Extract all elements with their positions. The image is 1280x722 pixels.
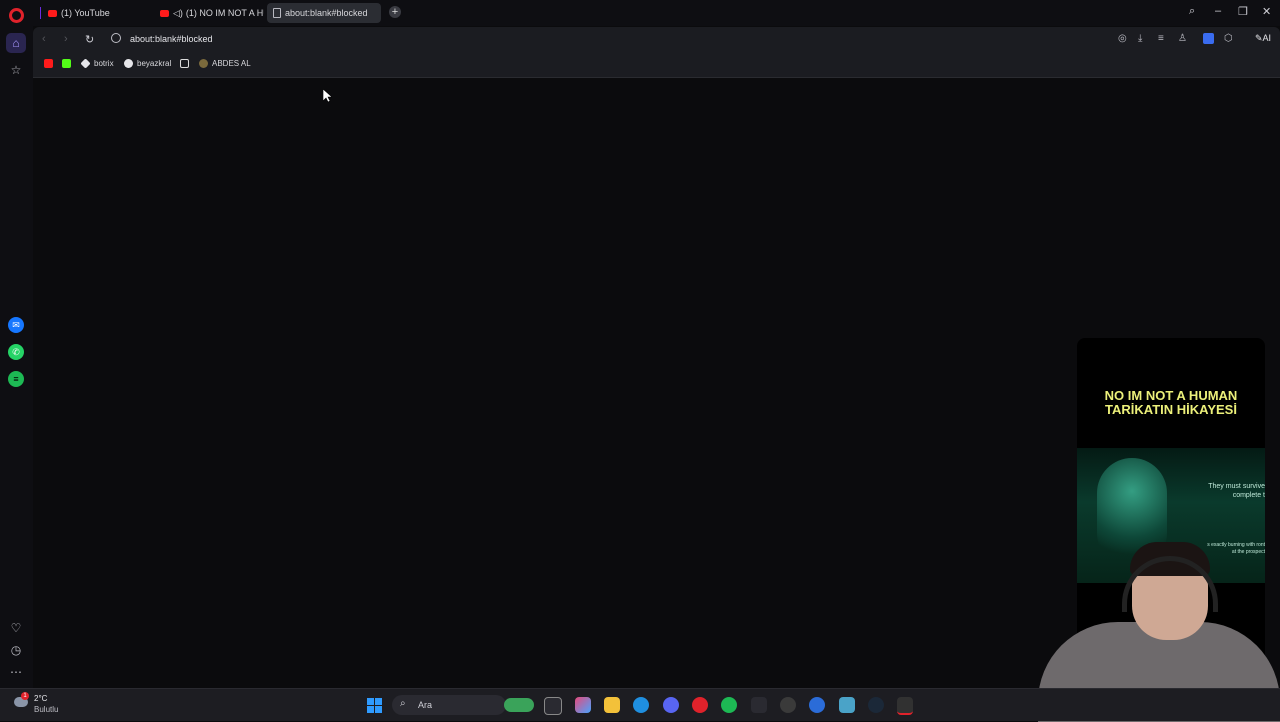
globe-icon [111, 33, 121, 43]
profile-icon[interactable]: ♙ [1178, 33, 1187, 44]
bookmark-botrix[interactable]: botrix [80, 58, 114, 69]
bookmark-page[interactable] [180, 59, 193, 68]
ai-label: AI [1262, 33, 1272, 43]
file-explorer-icon[interactable] [604, 697, 620, 713]
app-icon-2[interactable] [780, 697, 796, 713]
address-bar: ‹ › ↻ about:blank#blocked ◎ ⤓ ≡ ♙ ⬡ ✎AI [33, 27, 1280, 53]
audio-icon[interactable]: ◁) [173, 8, 183, 19]
taskbar: 1 2°C Bulutlu ⌕ Ara [0, 688, 1280, 721]
page-icon [273, 8, 281, 18]
minimize-button[interactable]: – [1215, 5, 1221, 17]
discord-icon[interactable] [663, 697, 679, 713]
weather-temperature[interactable]: 2°C [34, 694, 47, 703]
opera-menu-icon[interactable] [9, 8, 24, 23]
bookmark-youtube[interactable] [44, 59, 57, 68]
start-button[interactable] [367, 698, 382, 713]
translate-extension-icon[interactable] [1203, 33, 1214, 44]
kick-icon [62, 59, 71, 68]
app-icon[interactable] [751, 697, 767, 713]
tab-no-im-not-a-human[interactable]: ◁) (1) NO IM NOT A HUM [154, 3, 264, 23]
bookmark-favicon-icon [199, 59, 208, 68]
download-icon[interactable]: ⤓ [1138, 33, 1142, 44]
tab-title: (1) YouTube [61, 8, 110, 18]
bookmark-beyazkral[interactable]: beyazkral [124, 59, 171, 68]
spotify-icon[interactable]: ≡ [8, 371, 24, 387]
weather-condition[interactable]: Bulutlu [34, 705, 58, 714]
search-icon: ⌕ [400, 698, 406, 709]
history-icon[interactable]: ◷ [6, 640, 26, 660]
tab-about-blank[interactable]: about:blank#blocked [267, 3, 381, 23]
restore-button[interactable]: ❐ [1238, 5, 1248, 18]
epic-games-icon[interactable] [897, 697, 913, 715]
home-icon[interactable]: ⌂ [6, 33, 26, 53]
app-icon-3[interactable] [809, 697, 825, 713]
star-icon[interactable]: ☆ [6, 60, 26, 80]
youtube-icon [160, 9, 169, 17]
spotify-icon[interactable] [721, 697, 737, 713]
search-label: Ara [418, 700, 433, 710]
tab-title: about:blank#blocked [285, 8, 368, 18]
steam-icon[interactable] [868, 697, 884, 713]
close-button[interactable]: ✕ [1262, 5, 1271, 18]
bookmark-label: beyazkral [137, 59, 172, 68]
tab-strip: (1) YouTube ◁) (1) NO IM NOT A HUM about… [33, 0, 1280, 26]
overlay-title-line1: NO IM NOT A HUMAN [1104, 388, 1238, 403]
search-highlight-icon [504, 698, 534, 712]
search-tabs-icon[interactable]: ⌕ [1189, 5, 1195, 18]
ai-button[interactable]: ✎AI [1255, 33, 1271, 44]
copilot-icon[interactable] [575, 697, 591, 713]
bookmarks-bar: botrix beyazkral ABDES AL [33, 53, 1280, 78]
new-tab-button[interactable]: + [389, 6, 401, 18]
extensions-icon[interactable]: ⬡ [1224, 33, 1233, 44]
messenger-icon[interactable]: ✉ [8, 317, 24, 333]
bookmark-label: botrix [94, 59, 114, 68]
more-icon[interactable]: ⋯ [6, 662, 26, 682]
tab-separator [40, 7, 41, 19]
taskbar-search[interactable]: ⌕ Ara [392, 695, 534, 715]
task-view-icon[interactable] [544, 697, 562, 715]
bookmark-label: ABDES AL [212, 59, 251, 68]
opera-icon[interactable] [692, 697, 708, 713]
tab-title: (1) NO IM NOT A HUM [185, 8, 264, 18]
youtube-icon [48, 9, 57, 17]
whatsapp-icon[interactable]: ✆ [8, 344, 24, 360]
camera-icon[interactable]: ◎ [1118, 33, 1127, 44]
bookmark-abdes-al[interactable]: ABDES AL [199, 59, 251, 68]
sidebar: ⌂ ☆ ✉ ✆ ≡ ♡ ◷ ⋯ [0, 0, 33, 688]
overlay-title-line2: TARİKATIN HİKAYESİ [1105, 402, 1237, 417]
settings-icon[interactable] [839, 697, 855, 713]
forward-icon[interactable]: › [64, 33, 68, 45]
tab-youtube[interactable]: (1) YouTube [42, 3, 152, 23]
edge-icon[interactable] [633, 697, 649, 713]
page-icon [180, 59, 189, 68]
overlay-caption: They must survive complete t [1208, 483, 1265, 499]
url-field[interactable]: about:blank#blocked [130, 34, 213, 44]
back-icon[interactable]: ‹ [42, 33, 46, 45]
menu-icon[interactable]: ≡ [1158, 33, 1164, 44]
heart-icon[interactable]: ♡ [6, 618, 26, 638]
diamond-icon [80, 58, 91, 69]
bookmark-kick[interactable] [62, 59, 75, 68]
notification-badge: 1 [21, 692, 29, 700]
reload-icon[interactable]: ↻ [85, 33, 94, 46]
anchor-icon [124, 59, 133, 68]
youtube-icon [44, 59, 53, 68]
mouse-cursor-icon [322, 88, 333, 108]
